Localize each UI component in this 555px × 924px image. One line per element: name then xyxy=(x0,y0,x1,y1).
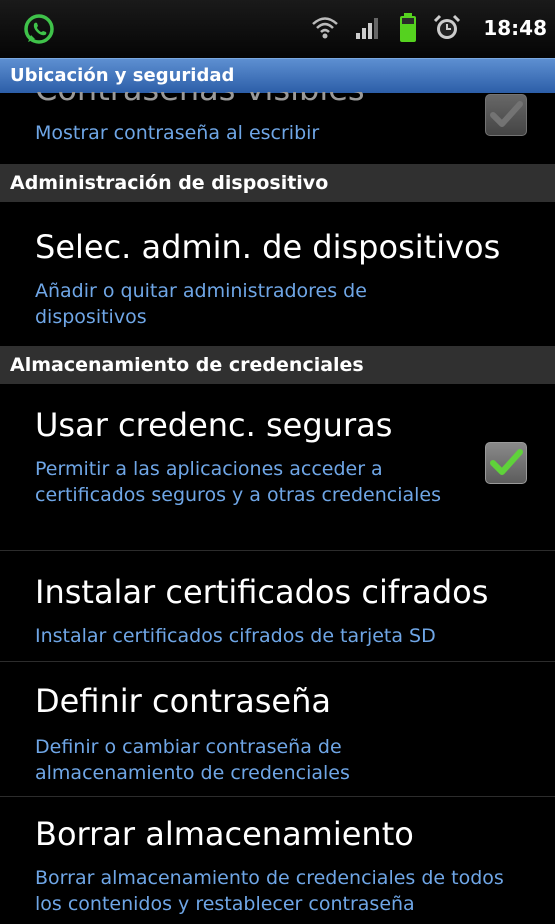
title-bar: Ubicación y seguridad xyxy=(0,58,555,93)
list-item-set-password[interactable]: Definir contraseña Definir o cambiar con… xyxy=(0,662,555,796)
list-item-device-admins[interactable]: Selec. admin. de dispositivos Añadir o q… xyxy=(0,202,555,346)
list-item-visible-passwords[interactable]: Contraseñas visibles Mostrar contraseña … xyxy=(0,92,555,164)
screen: 18:48 Ubicación y seguridad Contraseñas … xyxy=(0,0,555,924)
section-header-device-admin: Administración de dispositivo xyxy=(0,164,555,202)
item-subtitle: Mostrar contraseña al escribir xyxy=(35,122,320,144)
item-title: Contraseñas visibles xyxy=(35,92,365,108)
item-title: Selec. admin. de dispositivos xyxy=(35,228,501,266)
item-title: Instalar certificados cifrados xyxy=(35,573,489,611)
item-title: Borrar almacenamiento xyxy=(35,815,414,853)
visible-passwords-checkbox[interactable] xyxy=(485,94,527,136)
section-title: Administración de dispositivo xyxy=(10,172,329,194)
list-item-use-secure-credentials[interactable]: Usar credenc. seguras Permitir a las apl… xyxy=(0,384,555,550)
item-subtitle: Borrar almacenamiento de credenciales de… xyxy=(35,867,504,915)
list-item-clear-storage[interactable]: Borrar almacenamiento Borrar almacenamie… xyxy=(0,797,555,924)
item-title: Usar credenc. seguras xyxy=(35,406,393,444)
item-subtitle: Instalar certificados cifrados de tarjet… xyxy=(35,625,436,647)
section-title: Almacenamiento de credenciales xyxy=(10,354,364,376)
section-header-credential-storage: Almacenamiento de credenciales xyxy=(0,346,555,384)
alarm-icon xyxy=(433,14,461,42)
signal-icon xyxy=(355,15,383,41)
item-subtitle: Permitir a las aplicaciones acceder a ce… xyxy=(35,458,441,506)
item-subtitle: Definir o cambiar contraseña de almacena… xyxy=(35,736,350,784)
settings-list[interactable]: Contraseñas visibles Mostrar contraseña … xyxy=(0,92,555,924)
list-item-install-certificates[interactable]: Instalar certificados cifrados Instalar … xyxy=(0,551,555,661)
item-title: Definir contraseña xyxy=(35,682,331,720)
battery-icon xyxy=(399,13,417,43)
page-title: Ubicación y seguridad xyxy=(10,65,235,86)
status-bar: 18:48 xyxy=(0,0,555,58)
whatsapp-icon xyxy=(22,12,56,50)
secure-credentials-checkbox[interactable] xyxy=(485,442,527,484)
wifi-icon xyxy=(311,15,339,41)
status-time: 18:48 xyxy=(483,16,547,40)
item-subtitle: Añadir o quitar administradores de dispo… xyxy=(35,280,367,328)
status-icons: 18:48 xyxy=(311,10,547,46)
